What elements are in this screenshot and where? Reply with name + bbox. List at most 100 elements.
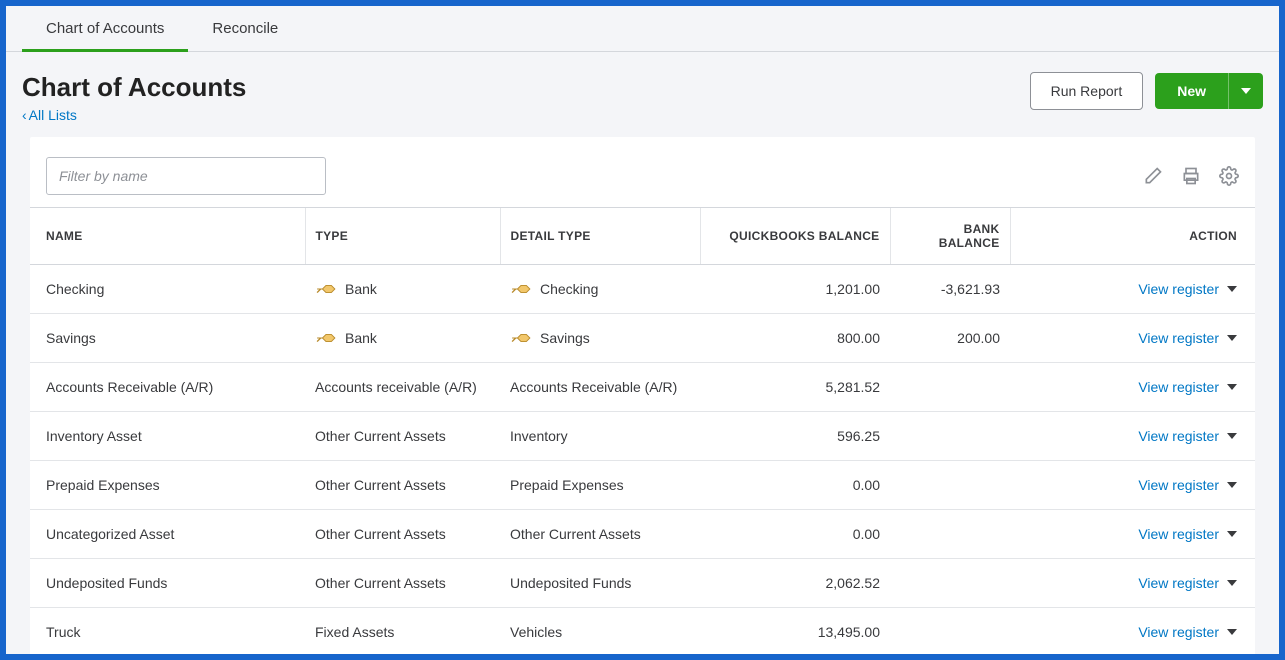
filter-input[interactable] [46, 157, 326, 195]
bank-hand-icon [315, 281, 337, 297]
table-row: CheckingBankChecking1,201.00-3,621.93Vie… [30, 265, 1255, 314]
cell-qb-balance: 2,062.52 [700, 559, 890, 608]
cell-type: Other Current Assets [305, 559, 500, 608]
cell-detail: Undeposited Funds [500, 559, 700, 608]
cell-action: View register [1010, 363, 1255, 412]
app-root: Chart of Accounts Reconcile Chart of Acc… [6, 6, 1279, 654]
cell-name: Prepaid Expenses [30, 461, 305, 510]
tab-reconcile[interactable]: Reconcile [188, 6, 302, 51]
cell-type: Other Current Assets [305, 461, 500, 510]
tab-chart-of-accounts[interactable]: Chart of Accounts [22, 6, 188, 51]
page-header: Chart of Accounts ‹ All Lists Run Report… [6, 52, 1279, 137]
header-actions: Run Report New [1030, 72, 1263, 110]
chevron-down-icon[interactable] [1227, 482, 1237, 488]
gear-icon[interactable] [1219, 166, 1239, 186]
cell-type: Other Current Assets [305, 412, 500, 461]
tab-strip: Chart of Accounts Reconcile [6, 6, 1279, 52]
view-register-link[interactable]: View register [1138, 526, 1237, 542]
cell-qb-balance: 596.25 [700, 412, 890, 461]
col-qb-balance[interactable]: QUICKBOOKS BALANCE [700, 208, 890, 265]
table-row: TruckFixed AssetsVehicles13,495.00View r… [30, 608, 1255, 655]
print-icon[interactable] [1181, 166, 1201, 186]
chevron-down-icon[interactable] [1227, 286, 1237, 292]
table-row: Inventory AssetOther Current AssetsInven… [30, 412, 1255, 461]
card-icon-row [1143, 166, 1239, 186]
cell-qb-balance: 1,201.00 [700, 265, 890, 314]
cell-bank-balance: 200.00 [890, 314, 1010, 363]
new-button[interactable]: New [1155, 73, 1263, 109]
table-header-row: NAME TYPE DETAIL TYPE QUICKBOOKS BALANCE… [30, 208, 1255, 265]
table-row: Prepaid ExpensesOther Current AssetsPrep… [30, 461, 1255, 510]
cell-name: Inventory Asset [30, 412, 305, 461]
table-row: Uncategorized AssetOther Current AssetsO… [30, 510, 1255, 559]
cell-detail: Other Current Assets [500, 510, 700, 559]
cell-detail: Inventory [500, 412, 700, 461]
chevron-down-icon [1241, 88, 1251, 94]
table-row: Undeposited FundsOther Current AssetsUnd… [30, 559, 1255, 608]
breadcrumb-all-lists[interactable]: ‹ All Lists [22, 107, 77, 123]
cell-qb-balance: 5,281.52 [700, 363, 890, 412]
cell-qb-balance: 0.00 [700, 461, 890, 510]
cell-action: View register [1010, 461, 1255, 510]
title-block: Chart of Accounts ‹ All Lists [22, 72, 246, 125]
view-register-link[interactable]: View register [1138, 379, 1237, 395]
view-register-link[interactable]: View register [1138, 428, 1237, 444]
cell-action: View register [1010, 412, 1255, 461]
table-row: SavingsBankSavings800.00200.00View regis… [30, 314, 1255, 363]
cell-name: Accounts Receivable (A/R) [30, 363, 305, 412]
cell-type: Accounts receivable (A/R) [305, 363, 500, 412]
table-row: Accounts Receivable (A/R)Accounts receiv… [30, 363, 1255, 412]
cell-type: Other Current Assets [305, 510, 500, 559]
cell-name: Truck [30, 608, 305, 655]
col-bank-balance[interactable]: BANK BALANCE [890, 208, 1010, 265]
chevron-down-icon[interactable] [1227, 531, 1237, 537]
cell-action: View register [1010, 608, 1255, 655]
cell-bank-balance [890, 608, 1010, 655]
chevron-down-icon[interactable] [1227, 384, 1237, 390]
cell-type: Bank [305, 314, 500, 363]
cell-bank-balance [890, 510, 1010, 559]
cell-type: Fixed Assets [305, 608, 500, 655]
view-register-link[interactable]: View register [1138, 281, 1237, 297]
breadcrumb-label: All Lists [29, 107, 77, 123]
cell-name: Undeposited Funds [30, 559, 305, 608]
bank-hand-icon [510, 281, 532, 297]
cell-name: Savings [30, 314, 305, 363]
cell-qb-balance: 0.00 [700, 510, 890, 559]
cell-detail: Accounts Receivable (A/R) [500, 363, 700, 412]
chevron-down-icon[interactable] [1227, 433, 1237, 439]
view-register-link[interactable]: View register [1138, 575, 1237, 591]
chevron-left-icon: ‹ [22, 107, 27, 123]
bank-hand-icon [510, 330, 532, 346]
cell-detail: Savings [500, 314, 700, 363]
col-detail-type[interactable]: DETAIL TYPE [500, 208, 700, 265]
cell-action: View register [1010, 559, 1255, 608]
chevron-down-icon[interactable] [1227, 629, 1237, 635]
cell-name: Checking [30, 265, 305, 314]
new-button-label: New [1155, 73, 1228, 109]
cell-qb-balance: 13,495.00 [700, 608, 890, 655]
cell-detail: Prepaid Expenses [500, 461, 700, 510]
filter-row [30, 157, 1255, 207]
chevron-down-icon[interactable] [1227, 580, 1237, 586]
accounts-table: NAME TYPE DETAIL TYPE QUICKBOOKS BALANCE… [30, 207, 1255, 654]
chevron-down-icon[interactable] [1227, 335, 1237, 341]
cell-action: View register [1010, 314, 1255, 363]
cell-name: Uncategorized Asset [30, 510, 305, 559]
cell-action: View register [1010, 510, 1255, 559]
view-register-link[interactable]: View register [1138, 624, 1237, 640]
view-register-link[interactable]: View register [1138, 477, 1237, 493]
col-name[interactable]: NAME [30, 208, 305, 265]
cell-action: View register [1010, 265, 1255, 314]
cell-type: Bank [305, 265, 500, 314]
run-report-button[interactable]: Run Report [1030, 72, 1144, 110]
view-register-link[interactable]: View register [1138, 330, 1237, 346]
cell-bank-balance [890, 412, 1010, 461]
col-type[interactable]: TYPE [305, 208, 500, 265]
edit-icon[interactable] [1143, 166, 1163, 186]
new-button-dropdown[interactable] [1228, 73, 1263, 109]
cell-detail: Checking [500, 265, 700, 314]
cell-bank-balance [890, 461, 1010, 510]
page-title: Chart of Accounts [22, 72, 246, 103]
col-action: ACTION [1010, 208, 1255, 265]
